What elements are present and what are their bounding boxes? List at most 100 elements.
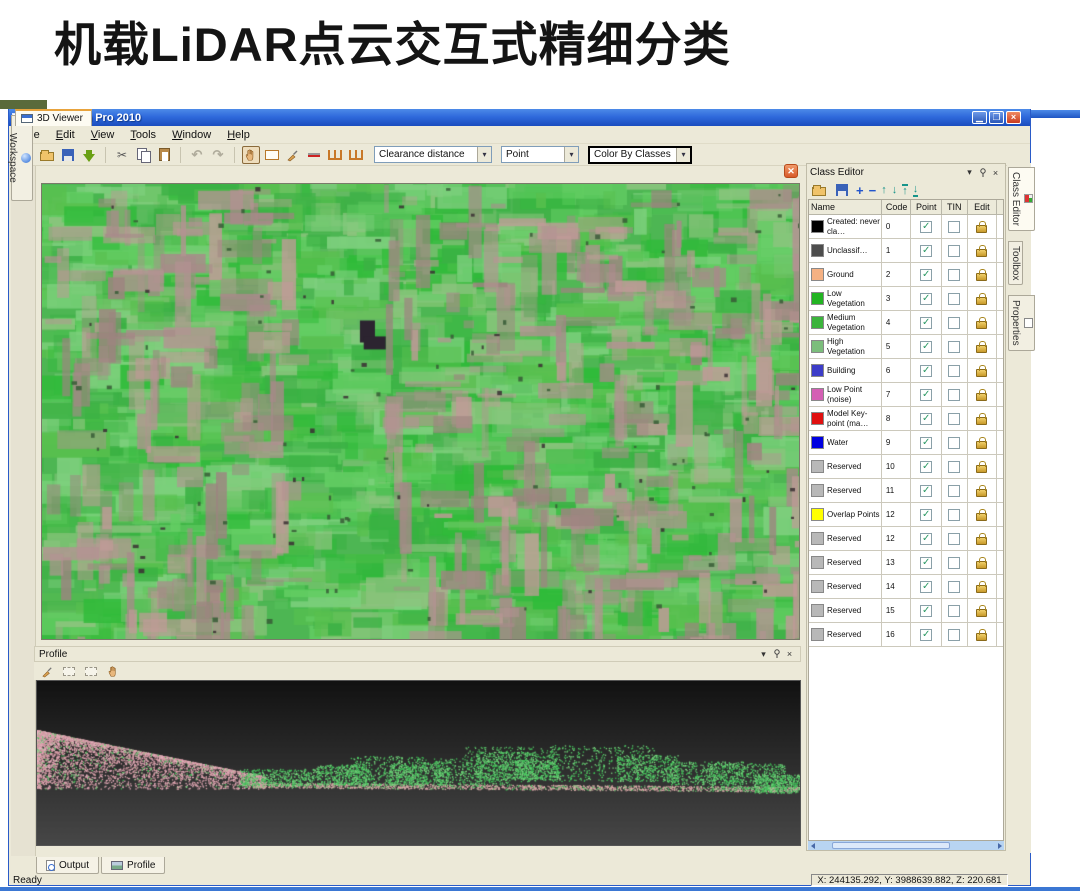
restore-button[interactable]: ❐ — [989, 111, 1004, 124]
move-bottom-icon[interactable]: ↓ — [912, 183, 919, 197]
table-row[interactable]: Reserved 16 ✓ — [809, 623, 1003, 647]
profile-panel-header[interactable]: Profile ▾ × — [34, 646, 801, 662]
menu-item[interactable]: View — [84, 128, 122, 142]
brush-icon[interactable] — [284, 146, 302, 164]
menu-item[interactable]: Help — [220, 128, 257, 142]
point-checkbox[interactable]: ✓ — [920, 316, 933, 329]
fence-edit-icon[interactable] — [347, 146, 365, 164]
lock-icon[interactable] — [976, 245, 988, 257]
table-row[interactable]: Medium Vegetation 4 ✓ — [809, 311, 1003, 335]
tin-checkbox[interactable] — [948, 364, 961, 377]
tin-checkbox[interactable] — [948, 508, 961, 521]
lock-icon[interactable] — [976, 509, 988, 521]
chevron-down-icon[interactable]: ▾ — [564, 147, 578, 162]
point-checkbox[interactable]: ✓ — [920, 460, 933, 473]
tab-toolbox[interactable]: Toolbox — [1008, 240, 1023, 286]
point-checkbox[interactable]: ✓ — [920, 604, 933, 617]
tin-checkbox[interactable] — [948, 316, 961, 329]
point-checkbox[interactable]: ✓ — [920, 268, 933, 281]
workspace-tab[interactable]: Workspace — [7, 115, 33, 201]
close-icon[interactable]: × — [989, 167, 1002, 179]
tin-checkbox[interactable] — [948, 220, 961, 233]
table-row[interactable]: Water 9 ✓ — [809, 431, 1003, 455]
lock-icon[interactable] — [976, 581, 988, 593]
tin-checkbox[interactable] — [948, 436, 961, 449]
brush-icon[interactable] — [38, 662, 56, 680]
point-checkbox[interactable]: ✓ — [920, 340, 933, 353]
scrollbar-thumb[interactable] — [832, 842, 950, 849]
tin-checkbox[interactable] — [948, 532, 961, 545]
close-button[interactable]: × — [1006, 111, 1021, 124]
class-set-icon[interactable] — [305, 146, 323, 164]
menu-item[interactable]: Window — [165, 128, 218, 142]
pan-hand-icon[interactable] — [104, 662, 122, 680]
menu-item[interactable]: Tools — [123, 128, 163, 142]
point-checkbox[interactable]: ✓ — [920, 220, 933, 233]
point-checkbox[interactable]: ✓ — [920, 412, 933, 425]
tab-3d-viewer[interactable]: 3D Viewer — [15, 109, 92, 126]
tab-output[interactable]: Output — [36, 857, 100, 874]
lock-icon[interactable] — [976, 293, 988, 305]
map-canvas[interactable] — [42, 184, 799, 639]
section-prev-icon[interactable] — [60, 662, 78, 680]
point-checkbox[interactable]: ✓ — [920, 436, 933, 449]
tin-checkbox[interactable] — [948, 292, 961, 305]
save-icon[interactable] — [833, 181, 851, 199]
table-row[interactable]: Reserved 14 ✓ — [809, 575, 1003, 599]
point-checkbox[interactable]: ✓ — [920, 292, 933, 305]
tin-checkbox[interactable] — [948, 268, 961, 281]
menu-item[interactable]: Edit — [49, 128, 82, 142]
lock-icon[interactable] — [976, 557, 988, 569]
pan-hand-icon[interactable] — [242, 145, 260, 164]
lock-icon[interactable] — [976, 533, 988, 545]
tin-checkbox[interactable] — [948, 388, 961, 401]
table-row[interactable]: Ground 2 ✓ — [809, 263, 1003, 287]
table-row[interactable]: Reserved 15 ✓ — [809, 599, 1003, 623]
save-icon[interactable] — [59, 146, 77, 164]
tin-checkbox[interactable] — [948, 460, 961, 473]
add-class-icon[interactable]: + — [856, 184, 864, 197]
lock-icon[interactable] — [976, 629, 988, 641]
minimize-button[interactable]: ▁ — [972, 111, 987, 124]
open-icon[interactable] — [810, 181, 828, 199]
point-checkbox[interactable]: ✓ — [920, 364, 933, 377]
tin-checkbox[interactable] — [948, 412, 961, 425]
close-icon[interactable]: × — [783, 648, 796, 660]
remove-class-icon[interactable]: − — [869, 184, 877, 197]
point-cloud-map-view[interactable] — [41, 183, 800, 640]
copy-icon[interactable] — [134, 146, 152, 164]
lock-icon[interactable] — [976, 413, 988, 425]
point-checkbox[interactable]: ✓ — [920, 508, 933, 521]
viewer-close-icon[interactable]: ✕ — [784, 164, 798, 178]
color-by-combo[interactable]: Color By Classes ▾ — [588, 145, 692, 164]
move-up-icon[interactable]: ↑ — [881, 184, 887, 196]
clearance-distance-combo[interactable]: Clearance distance ▾ — [374, 146, 492, 163]
move-down-icon[interactable]: ↓ — [892, 184, 898, 196]
tab-properties[interactable]: Properties — [1008, 295, 1035, 351]
table-row[interactable]: High Vegetation 5 ✓ — [809, 335, 1003, 359]
tin-checkbox[interactable] — [948, 628, 961, 641]
table-row[interactable]: Reserved 12 ✓ — [809, 527, 1003, 551]
table-row[interactable]: Reserved 11 ✓ — [809, 479, 1003, 503]
point-checkbox[interactable]: ✓ — [920, 388, 933, 401]
pin-icon[interactable] — [976, 167, 989, 179]
fence-select-icon[interactable] — [263, 146, 281, 164]
point-checkbox[interactable]: ✓ — [920, 628, 933, 641]
pin-icon[interactable] — [770, 648, 783, 660]
window-titlebar[interactable]: LidarStation Pro 2010 ▁ ❐ × — [9, 109, 1030, 126]
tin-checkbox[interactable] — [948, 556, 961, 569]
import-icon[interactable] — [80, 146, 98, 164]
table-row[interactable]: Created: never cla… 0 ✓ — [809, 215, 1003, 239]
lock-icon[interactable] — [976, 341, 988, 353]
chevron-down-icon[interactable]: ▾ — [676, 147, 690, 162]
tab-profile[interactable]: Profile — [101, 857, 166, 874]
table-row[interactable]: Building 6 ✓ — [809, 359, 1003, 383]
table-row[interactable]: Unclassif… 1 ✓ — [809, 239, 1003, 263]
lock-icon[interactable] — [976, 269, 988, 281]
lock-icon[interactable] — [976, 365, 988, 377]
point-checkbox[interactable]: ✓ — [920, 580, 933, 593]
point-checkbox[interactable]: ✓ — [920, 532, 933, 545]
cut-icon[interactable]: ✂ — [113, 146, 131, 164]
move-top-icon[interactable]: ↑ — [902, 183, 908, 197]
horizontal-scrollbar[interactable] — [808, 841, 1004, 850]
